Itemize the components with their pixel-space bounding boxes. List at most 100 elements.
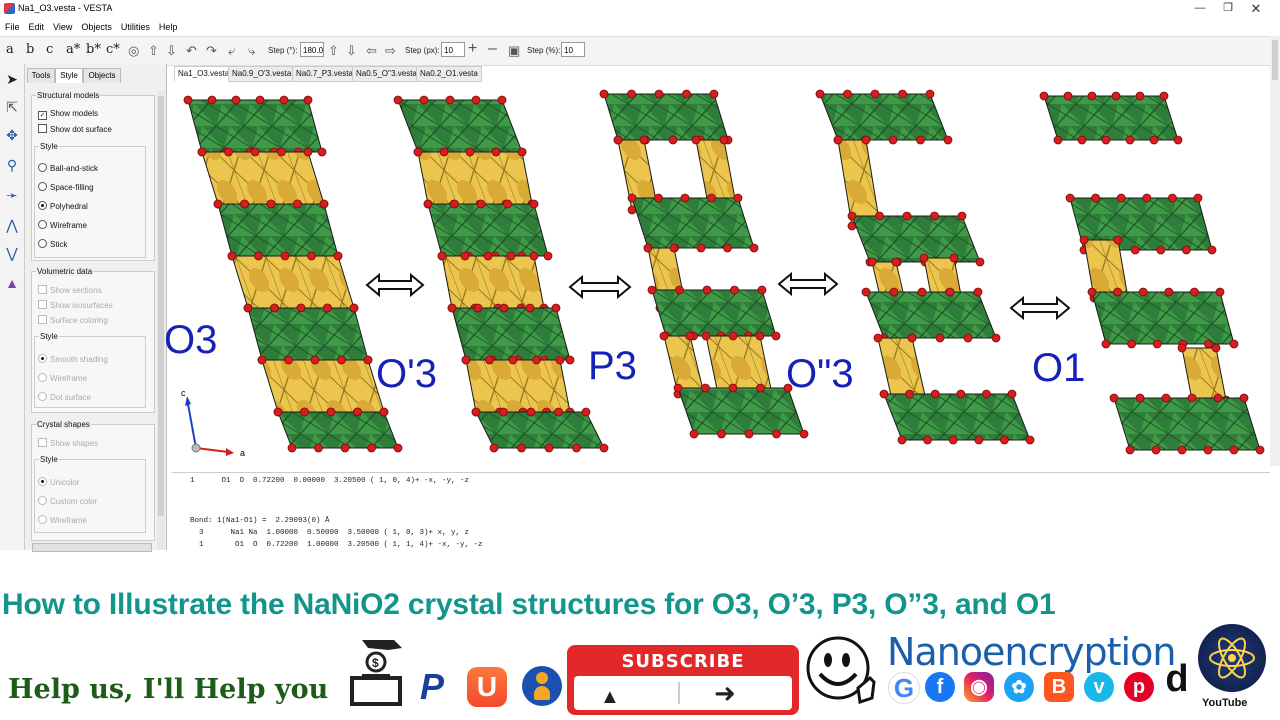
unicolor-radio[interactable]: Unicolor	[38, 477, 79, 487]
oxygen-atom	[254, 251, 263, 261]
tab-objects[interactable]: Objects	[83, 68, 121, 83]
minimize-button[interactable]: —	[1186, 0, 1214, 18]
menu-help[interactable]: Help	[159, 19, 178, 35]
tab-na05-o-double-prime-3[interactable]: Na0.5_O''3.vesta	[352, 66, 421, 82]
step-px-input[interactable]: 10	[441, 42, 465, 57]
translate-right-icon[interactable]: ⇨	[385, 43, 396, 59]
oxygen-atom	[647, 285, 657, 295]
oxygen-atom	[757, 285, 767, 295]
oxygen-atom	[867, 257, 877, 267]
oxygen-atom	[923, 435, 932, 445]
oxygen-atom	[1025, 435, 1035, 445]
structure-viewport[interactable]: c a O3 O'3 P3 O"3 O1	[164, 82, 1270, 472]
tab-na1-o3[interactable]: Na1_O3.vesta	[174, 66, 234, 81]
subscribe-button[interactable]: SUBSCRIBE ▲ ➜	[567, 645, 799, 715]
rotate-ccw-icon[interactable]: ⤶	[228, 43, 235, 59]
fit-to-screen-icon[interactable]: ▣	[508, 43, 520, 59]
distance-tool-icon[interactable]: ➛	[3, 186, 21, 204]
space-filling-radio[interactable]: Space-filling	[38, 182, 94, 192]
rotate-left-icon[interactable]: ↶	[186, 43, 197, 59]
select-tool-icon[interactable]: ➤	[3, 70, 21, 88]
ball-and-stick-radio[interactable]: Ball-and-stick	[38, 163, 98, 173]
close-button[interactable]: ✕	[1242, 0, 1270, 18]
menu-edit[interactable]: Edit	[29, 19, 45, 35]
oxygen-atom	[353, 407, 362, 417]
buymeacoffee-icon	[522, 666, 562, 706]
translate-left-icon[interactable]: ⇦	[366, 43, 377, 59]
lattice-plane-tool-icon[interactable]: ▲	[3, 274, 21, 292]
tab-tools[interactable]: Tools	[27, 68, 55, 83]
oxygen-atom	[1116, 193, 1126, 203]
text-output-area[interactable]: 1 O1 O 0.72200 0.00000 3.20500 ( 1, 0, 4…	[172, 472, 1270, 551]
translate-tool-icon[interactable]: ✥	[3, 126, 21, 144]
subscribe-label: SUBSCRIBE	[621, 651, 745, 672]
rotate-right-icon[interactable]: ↷	[206, 43, 217, 59]
properties-button[interactable]	[32, 543, 152, 552]
menu-utilities[interactable]: Utilities	[121, 19, 150, 35]
volumetric-wireframe-radio[interactable]: Wireframe	[38, 373, 87, 383]
view-a-button[interactable]: a	[6, 42, 14, 57]
na-polyhedra-layer	[837, 139, 881, 227]
thumbs-up-smiley-icon	[800, 632, 880, 712]
oxygen-atom	[1065, 193, 1075, 203]
volumetric-style-title: Style	[39, 332, 59, 341]
view-a-star-button[interactable]: a*	[66, 42, 80, 57]
view-c-button[interactable]: c	[46, 42, 53, 57]
show-dot-surface-checkbox[interactable]: Show dot surface	[38, 124, 112, 134]
structure-canvas[interactable]: c a	[172, 82, 1270, 472]
tab-na02-o1[interactable]: Na0.2_O1.vesta	[416, 66, 482, 82]
nio6-octahedra-layer	[451, 307, 571, 361]
window-scrollbar[interactable]	[1270, 36, 1280, 466]
tab-na07-p3[interactable]: Na0.7_P3.vesta	[292, 66, 357, 82]
rotate-cw-icon[interactable]: ⤷	[248, 43, 255, 59]
translate-down-icon[interactable]: ⇩	[346, 43, 357, 59]
oxygen-atom	[231, 95, 241, 105]
oxygen-atom	[476, 199, 486, 209]
view-b-button[interactable]: b	[26, 42, 34, 57]
magnify-tool-icon[interactable]: ⚲	[3, 156, 21, 174]
dihedral-tool-icon[interactable]: ⋁	[3, 244, 21, 262]
double-arrow-icon	[777, 271, 839, 297]
oxygen-atom	[643, 243, 653, 253]
show-sections-checkbox[interactable]: Show sections	[38, 285, 102, 295]
menu-view[interactable]: View	[53, 19, 72, 35]
smooth-shading-radio[interactable]: Smooth shading	[38, 354, 108, 364]
oxygen-atom	[654, 89, 664, 99]
select-box-tool-icon[interactable]: ⇱	[3, 98, 21, 116]
view-b-star-button[interactable]: b*	[86, 42, 101, 57]
translate-up-icon[interactable]: ⇧	[328, 43, 339, 59]
surface-coloring-checkbox[interactable]: Surface coloring	[38, 315, 108, 325]
zoom-out-icon[interactable]: –	[488, 40, 497, 58]
tab-style[interactable]: Style	[55, 68, 83, 83]
dot-surface-radio[interactable]: Dot surface	[38, 392, 91, 402]
show-isosurfaces-checkbox[interactable]: Show isosurfaces	[38, 300, 113, 310]
custom-color-radio[interactable]: Custom color	[38, 496, 97, 506]
stick-radio[interactable]: Stick	[38, 239, 67, 249]
wireframe-radio[interactable]: Wireframe	[38, 220, 87, 230]
polyhedral-radio[interactable]: Polyhedral	[38, 201, 88, 211]
crystal-wireframe-radio[interactable]: Wireframe	[38, 515, 87, 525]
tab-na09-o-prime-3[interactable]: Na0.9_O'3.vesta	[228, 66, 296, 82]
menu-file[interactable]: File	[5, 19, 20, 35]
step-deg-input[interactable]: 180.0	[300, 42, 324, 57]
standard-orientation-icon[interactable]: ◎	[128, 43, 139, 59]
maximize-button[interactable]: ❐	[1214, 0, 1242, 18]
angle-tool-icon[interactable]: ⋀	[3, 216, 21, 234]
oxygen-atom	[1255, 445, 1265, 455]
oxygen-atom	[682, 89, 691, 99]
step-pct-input[interactable]: 10	[561, 42, 585, 57]
oxygen-atom	[314, 443, 323, 453]
show-shapes-checkbox[interactable]: Show shapes	[38, 438, 98, 448]
oxygen-atom	[461, 355, 471, 365]
oxygen-atom	[183, 95, 193, 105]
oxygen-atom	[279, 95, 289, 105]
menu-objects[interactable]: Objects	[81, 19, 112, 35]
oxygen-atom	[875, 211, 884, 221]
rotate-down-icon[interactable]: ⇩	[166, 43, 177, 59]
view-c-star-button[interactable]: c*	[106, 42, 120, 57]
rotate-up-icon[interactable]: ⇧	[148, 43, 159, 59]
oxygen-atom	[293, 199, 302, 209]
zoom-in-icon[interactable]: +	[468, 40, 477, 58]
oxygen-atom	[303, 95, 313, 105]
show-models-checkbox[interactable]: ✓ Show models	[38, 109, 98, 120]
